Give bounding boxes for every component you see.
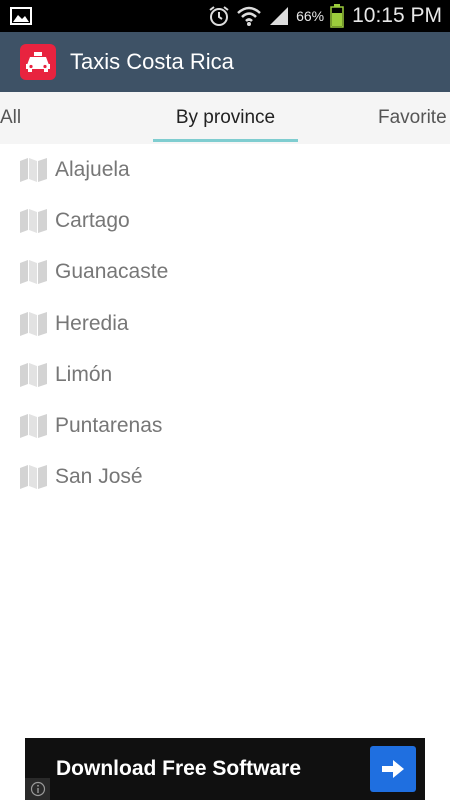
province-label: Guanacaste bbox=[55, 260, 169, 284]
list-item-san-jose[interactable]: San José bbox=[0, 452, 450, 503]
province-label: Heredia bbox=[55, 311, 129, 335]
province-list: Alajuela Cartago Guanacaste Heredia Limó… bbox=[0, 144, 450, 503]
ad-banner[interactable]: Download Free Software bbox=[25, 738, 425, 800]
list-item-puntarenas[interactable]: Puntarenas bbox=[0, 400, 450, 451]
tab-favorites[interactable]: Favorite bbox=[378, 92, 447, 144]
status-bar: 66% 10:15 PM bbox=[0, 0, 450, 32]
battery-percent: 66% bbox=[296, 8, 325, 24]
taxi-icon bbox=[20, 44, 56, 80]
signal-icon bbox=[270, 7, 289, 25]
tab-indicator bbox=[153, 139, 298, 142]
map-icon bbox=[20, 311, 47, 336]
map-icon bbox=[20, 414, 47, 439]
list-item-limon[interactable]: Limón bbox=[0, 349, 450, 400]
list-item-cartago[interactable]: Cartago bbox=[0, 195, 450, 246]
battery-icon bbox=[330, 4, 344, 28]
map-icon bbox=[20, 157, 47, 182]
app-title: Taxis Costa Rica bbox=[70, 49, 234, 74]
status-icons: 66% 10:15 PM bbox=[202, 0, 442, 32]
map-icon bbox=[20, 465, 47, 490]
list-item-heredia[interactable]: Heredia bbox=[0, 298, 450, 349]
wifi-icon bbox=[237, 6, 261, 26]
clock: 10:15 PM bbox=[352, 4, 442, 27]
tab-all[interactable]: All bbox=[0, 92, 21, 144]
map-icon bbox=[20, 362, 47, 387]
map-icon bbox=[20, 260, 47, 285]
province-label: Alajuela bbox=[55, 157, 130, 181]
gallery-icon bbox=[10, 7, 32, 25]
tab-by-province-label: By province bbox=[175, 107, 276, 128]
map-icon bbox=[20, 208, 47, 233]
province-label: Cartago bbox=[55, 208, 130, 232]
arrow-right-icon[interactable] bbox=[370, 746, 416, 792]
ad-text: Download Free Software bbox=[56, 757, 302, 780]
list-item-guanacaste[interactable]: Guanacaste bbox=[0, 247, 450, 298]
info-icon[interactable] bbox=[25, 778, 50, 800]
alarm-icon bbox=[209, 6, 229, 26]
province-label: Limón bbox=[55, 362, 113, 386]
tab-bar: All By province Favorite bbox=[0, 92, 450, 144]
list-item-alajuela[interactable]: Alajuela bbox=[0, 144, 450, 195]
province-label: San José bbox=[55, 465, 143, 489]
province-label: Puntarenas bbox=[55, 414, 163, 438]
app-bar: Taxis Costa Rica bbox=[0, 32, 450, 92]
tab-by-province[interactable]: By province bbox=[153, 92, 298, 144]
